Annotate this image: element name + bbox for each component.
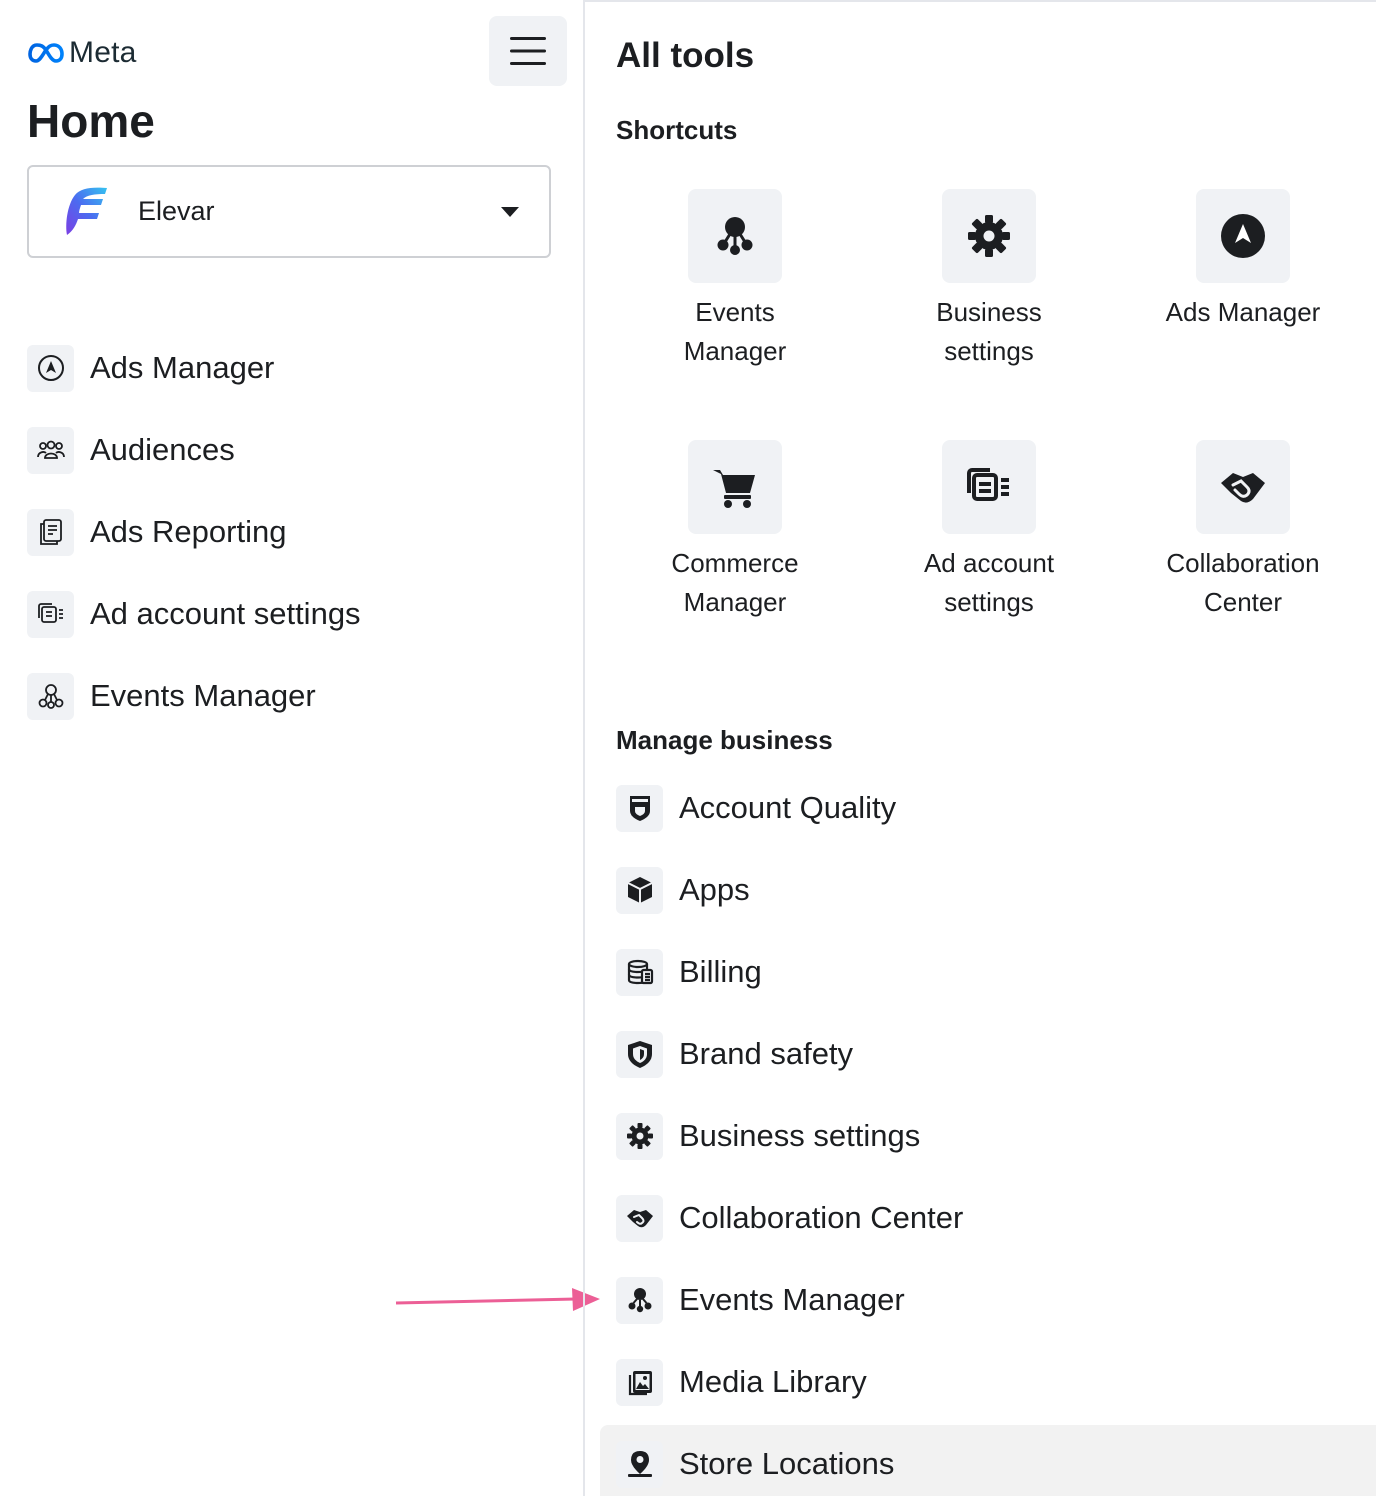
manage-item-label: Media Library <box>679 1364 867 1399</box>
sidebar-item-label: Ads Reporting <box>90 514 287 549</box>
sidebar-item-label: Ads Manager <box>90 350 275 385</box>
handshake-icon <box>1196 440 1290 534</box>
events-manager-icon <box>688 189 782 283</box>
manage-item-label: Collaboration Center <box>679 1200 964 1235</box>
manage-item-business-settings[interactable]: Business settings <box>616 1112 920 1160</box>
manage-item-label: Billing <box>679 954 762 989</box>
ads-manager-icon <box>1196 189 1290 283</box>
all-tools-title: All tools <box>616 36 755 75</box>
events-manager-icon <box>616 1276 663 1324</box>
meta-infinity-icon <box>28 43 64 63</box>
shortcut-label: Commerce Manager <box>671 548 799 617</box>
page-title: Home <box>27 95 155 147</box>
chevron-down-icon <box>501 207 519 217</box>
cart-icon <box>688 440 782 534</box>
manage-item-account-quality[interactable]: Account Quality <box>616 784 896 832</box>
location-pin-icon <box>616 1440 663 1488</box>
sidebar-item-ads-manager[interactable]: Ads Manager <box>27 343 274 393</box>
shortcut-label: Ad account settings <box>923 548 1055 617</box>
shortcut-label: Ads Manager <box>1165 297 1321 327</box>
ad-account-settings-icon <box>27 590 74 638</box>
annotation-arrow-icon <box>395 1288 600 1311</box>
sidebar-item-events-manager[interactable]: Events Manager <box>27 671 316 721</box>
manage-business-title: Manage business <box>616 725 833 755</box>
elevar-logo-icon <box>66 187 107 235</box>
shortcut-collaboration-center[interactable]: Collaboration Center <box>1128 440 1358 622</box>
manage-item-store-locations[interactable]: Store Locations <box>616 1440 894 1488</box>
sidebar-item-ad-account-settings[interactable]: Ad account settings <box>27 589 361 639</box>
hamburger-icon <box>510 37 546 65</box>
panel-top-border <box>585 0 1376 2</box>
hamburger-menu-button[interactable] <box>489 16 567 86</box>
manage-item-label: Events Manager <box>679 1282 905 1317</box>
billing-icon <box>616 948 663 996</box>
shortcut-ads-manager[interactable]: Ads Manager <box>1128 189 1358 332</box>
handshake-icon <box>616 1194 663 1242</box>
shortcut-label: Collaboration Center <box>1166 548 1320 617</box>
sidebar-item-label: Ad account settings <box>90 596 361 631</box>
shortcut-label: Business settings <box>936 297 1042 366</box>
manage-item-collaboration-center[interactable]: Collaboration Center <box>616 1194 963 1242</box>
media-library-icon <box>616 1358 663 1406</box>
manage-item-media-library[interactable]: Media Library <box>616 1358 867 1406</box>
sidebar-item-audiences[interactable]: Audiences <box>27 425 235 475</box>
gear-icon <box>616 1112 663 1160</box>
shortcut-label: Events Manager <box>683 297 787 366</box>
manage-item-brand-safety[interactable]: Brand safety <box>616 1030 853 1078</box>
left-sidebar: Meta Home Elevar Ads Manager Audiences A… <box>0 0 600 1496</box>
gear-icon <box>942 189 1036 283</box>
shortcut-business-settings[interactable]: Business settings <box>874 189 1104 371</box>
shortcuts-title: Shortcuts <box>616 115 738 145</box>
shortcut-commerce-manager[interactable]: Commerce Manager <box>620 440 850 622</box>
account-name: Elevar <box>138 196 215 226</box>
shield-icon <box>616 1030 663 1078</box>
manage-item-billing[interactable]: Billing <box>616 948 762 996</box>
sidebar-item-label: Audiences <box>90 432 235 467</box>
ads-reporting-icon <box>27 508 74 556</box>
panel-divider <box>583 0 585 1496</box>
manage-item-label: Store Locations <box>679 1446 895 1481</box>
manage-item-label: Account Quality <box>679 790 897 825</box>
meta-wordmark: Meta <box>69 36 137 69</box>
ad-account-settings-icon <box>942 440 1036 534</box>
manage-item-events-manager[interactable]: Events Manager <box>616 1276 905 1324</box>
sidebar-item-label: Events Manager <box>90 678 316 713</box>
events-manager-icon <box>27 672 74 720</box>
shortcut-events-manager[interactable]: Events Manager <box>620 189 850 371</box>
audiences-icon <box>27 426 74 474</box>
manage-item-apps[interactable]: Apps <box>616 866 750 914</box>
manage-item-label: Business settings <box>679 1118 921 1153</box>
ads-manager-icon <box>27 344 74 392</box>
cube-icon <box>616 866 663 914</box>
account-selector[interactable]: Elevar <box>27 165 551 258</box>
sidebar-item-ads-reporting[interactable]: Ads Reporting <box>27 507 286 557</box>
account-quality-icon <box>616 784 663 832</box>
manage-item-label: Brand safety <box>679 1036 854 1071</box>
shortcut-ad-account-settings[interactable]: Ad account settings <box>874 440 1104 622</box>
manage-item-label: Apps <box>679 872 750 907</box>
meta-logo[interactable]: Meta <box>27 36 137 70</box>
